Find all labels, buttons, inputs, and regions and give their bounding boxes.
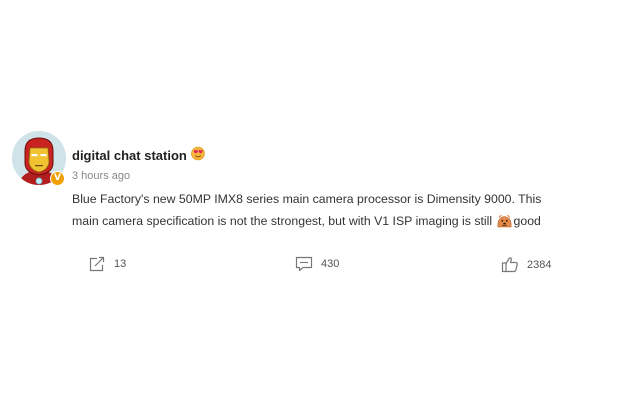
comment-button[interactable]: 430 — [295, 256, 339, 272]
comment-count: 430 — [321, 258, 340, 270]
thumbs-up-icon — [501, 257, 518, 273]
post-actions: 13 430 2384 — [88, 256, 588, 276]
share-icon — [89, 256, 105, 272]
share-button[interactable]: 13 — [88, 256, 126, 272]
post-text-segment: good — [513, 214, 541, 228]
post-text-line-1: Blue Factory's new 50MP IMX8 series main… — [72, 192, 542, 206]
verified-badge: V — [50, 171, 65, 186]
heart-eyes-emoji-icon — [190, 145, 206, 166]
post-body: Blue Factory's new 50MP IMX8 series main… — [72, 188, 624, 235]
post-timestamp: 3 hours ago — [72, 170, 131, 182]
avatar-container[interactable]: V — [12, 131, 68, 187]
doge-emoji-icon — [496, 212, 513, 235]
comment-icon — [295, 256, 313, 272]
like-count: 2384 — [527, 258, 552, 271]
share-count: 13 — [114, 258, 127, 270]
author-row: digital chat station — [72, 145, 206, 165]
like-button[interactable]: 2384 — [501, 256, 551, 273]
post-text-segment: main camera specification is not the str… — [72, 214, 496, 228]
weibo-post: V digital chat station 3 hours ago Blue … — [10, 127, 630, 287]
author-name[interactable]: digital chat station — [72, 148, 187, 163]
post-text-line-2: main camera specification is not the str… — [72, 210, 624, 235]
